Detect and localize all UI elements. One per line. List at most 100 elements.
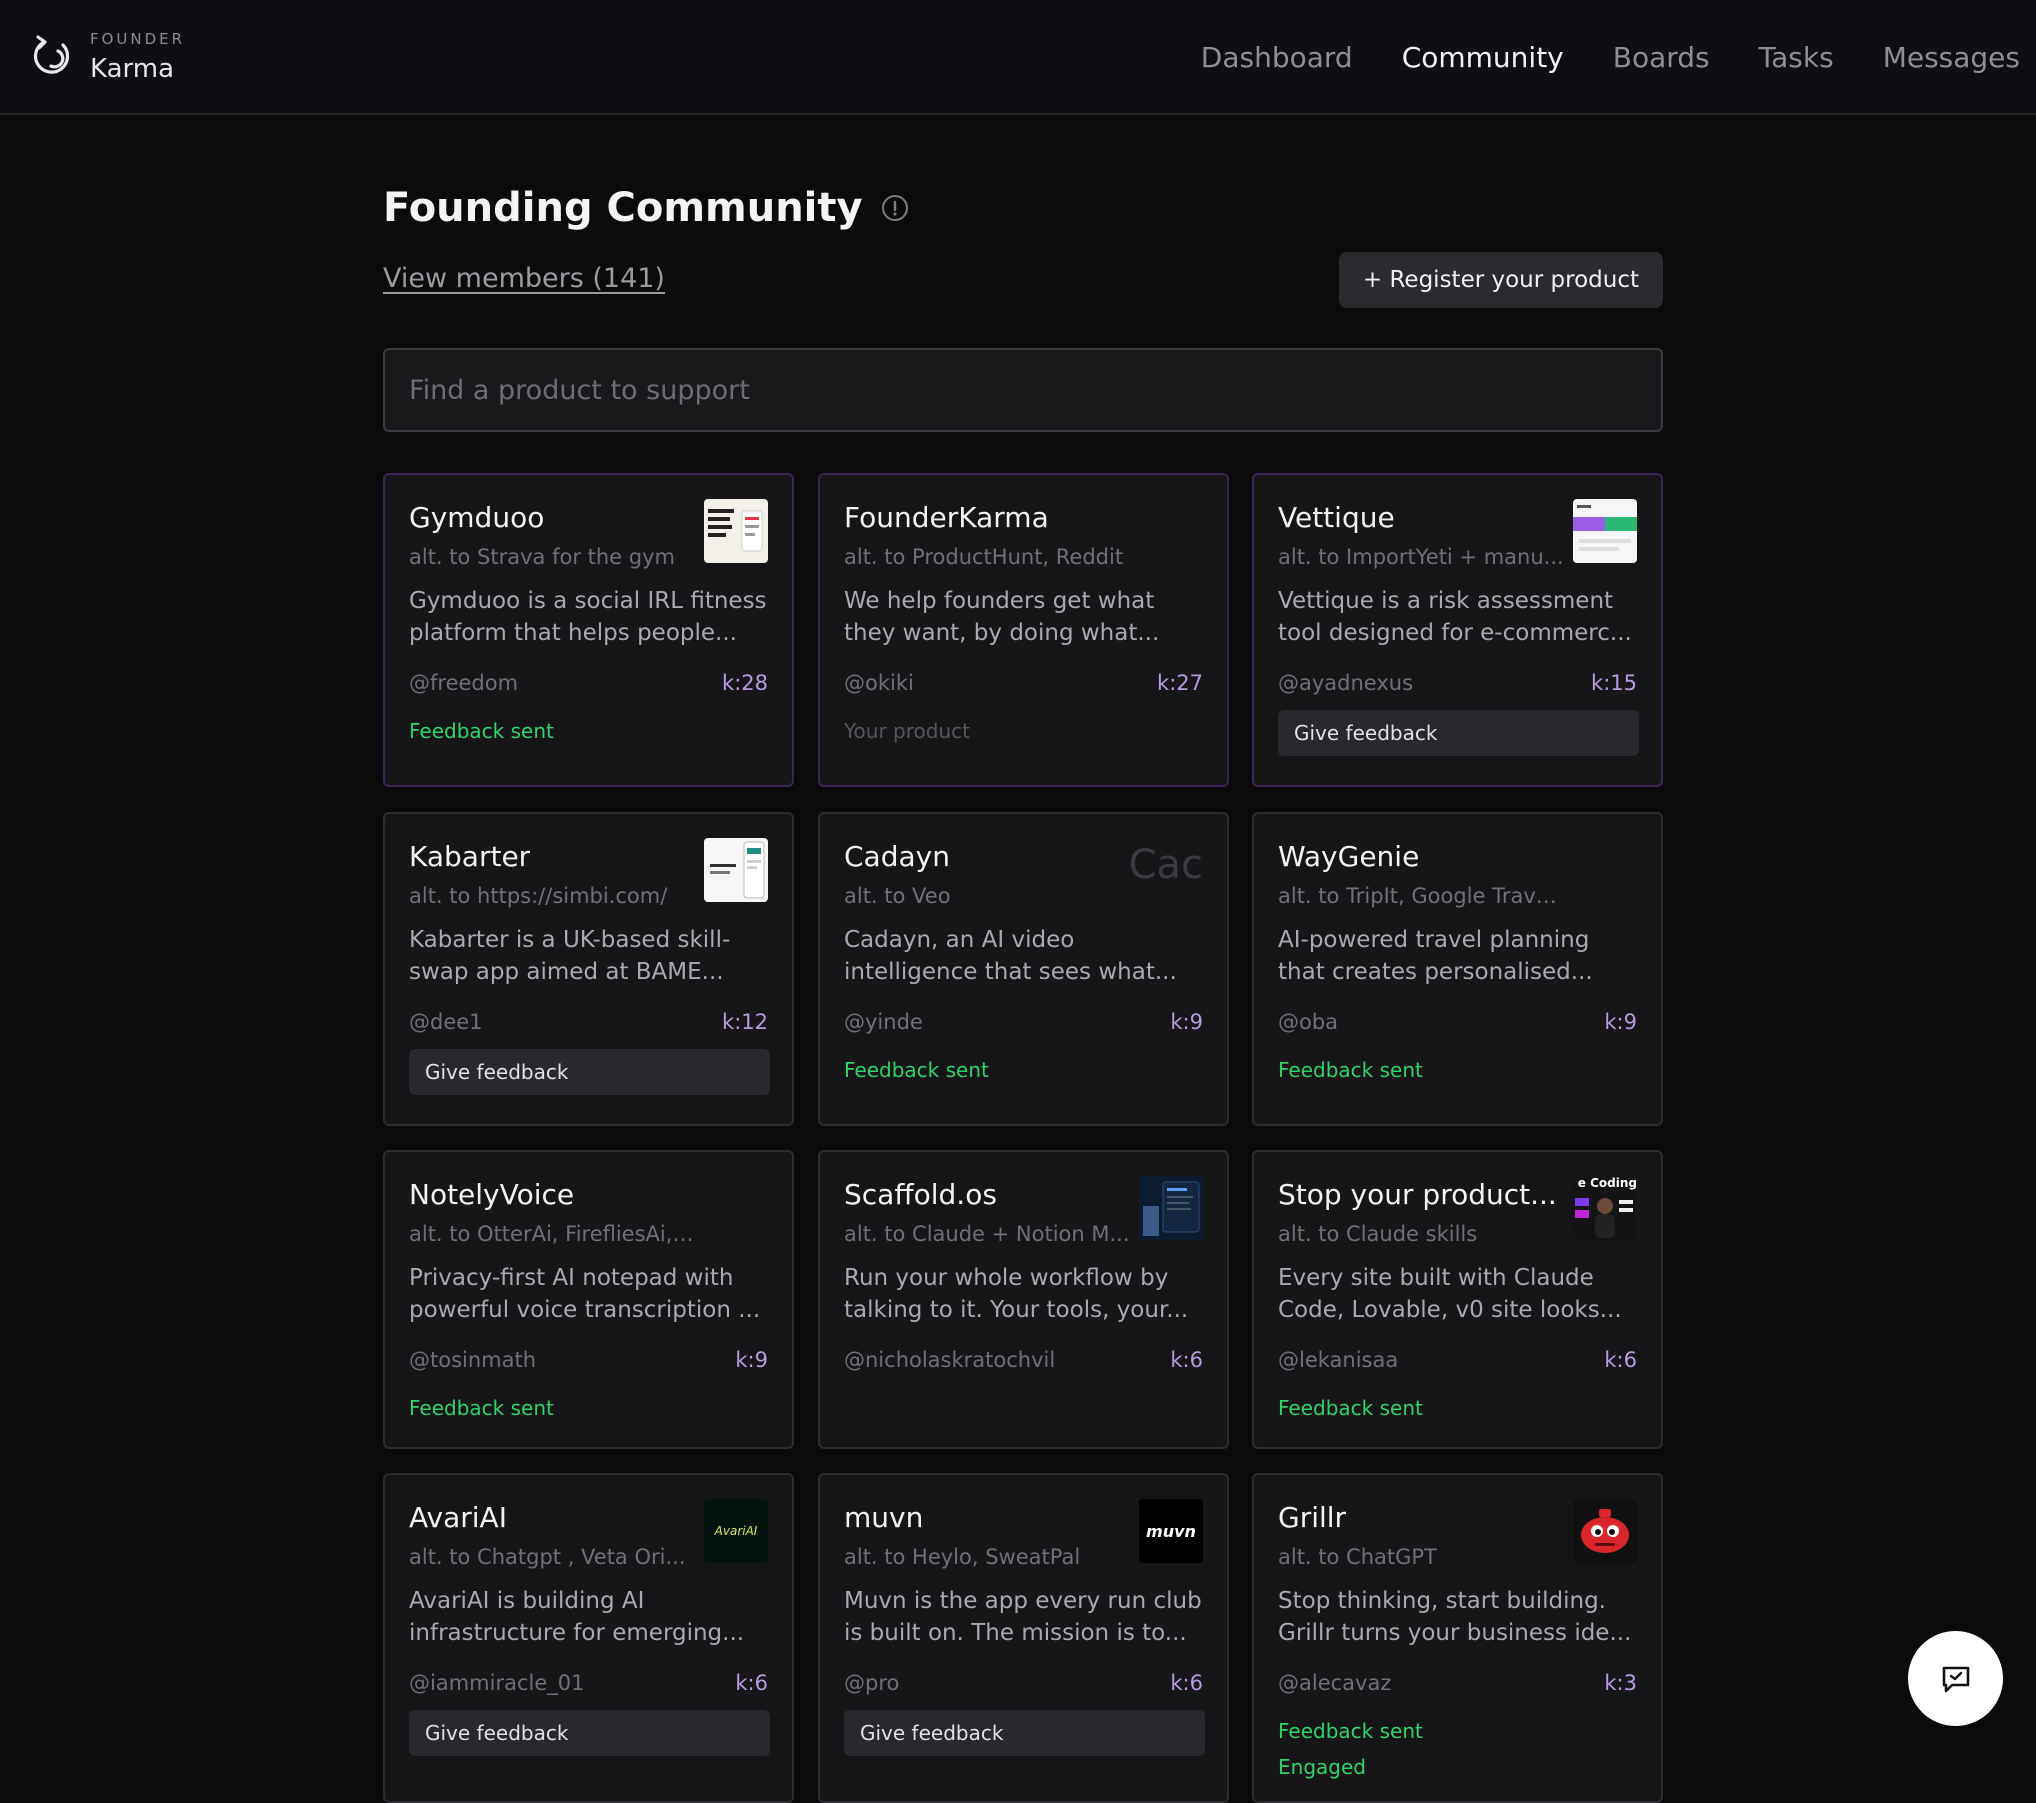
product-search-input[interactable]: [383, 348, 1663, 432]
product-card-stop-your-product[interactable]: Stop your product... e Coding alt. to Cl…: [1252, 1150, 1663, 1449]
product-description: Privacy-first AI notepad with powerful vo…: [409, 1265, 761, 1323]
nav-tasks[interactable]: Tasks: [1759, 41, 1834, 74]
product-name: WayGenie: [1278, 840, 1420, 873]
product-owner[interactable]: @alecavaz: [1278, 1671, 1391, 1695]
product-card-muvn[interactable]: muvn muvn alt. to Heylo, SweatPal Muvn i…: [818, 1473, 1229, 1803]
product-owner[interactable]: @oba: [1278, 1010, 1338, 1034]
feedback-sent-status: Feedback sent: [1278, 1396, 1423, 1420]
nav-community[interactable]: Community: [1402, 41, 1564, 74]
karma-score: k:9: [735, 1348, 768, 1372]
product-owner[interactable]: @ayadnexus: [1278, 671, 1413, 695]
product-alternative: alt. to Strava for the gym: [409, 545, 675, 569]
chat-bubble-icon: [1942, 1666, 1969, 1692]
karma-score: k:9: [1170, 1010, 1203, 1034]
product-card-kabarter[interactable]: Kabarter alt. to https://simbi.com/ Kaba…: [383, 812, 794, 1126]
product-owner[interactable]: @iammiracle_01: [409, 1671, 584, 1695]
karma-score: k:6: [1170, 1671, 1203, 1695]
feedback-sent-status: Feedback sent: [1278, 1719, 1423, 1743]
product-card-gymduoo[interactable]: Gymduoo alt. to Strava for the gym Gymdu…: [383, 473, 794, 787]
product-alternative: alt. to Veo: [844, 884, 951, 908]
karma-score: k:12: [722, 1010, 768, 1034]
product-card-scaffold-os[interactable]: Scaffold.os alt. to Claude + Notion M...…: [818, 1150, 1229, 1449]
product-thumbnail: [704, 499, 768, 563]
karma-score: k:6: [1604, 1348, 1637, 1372]
chat-button[interactable]: [1908, 1631, 2003, 1726]
thumbnail-caption: muvn: [1146, 1521, 1196, 1541]
product-name: Scaffold.os: [844, 1178, 997, 1211]
product-owner[interactable]: @tosinmath: [409, 1348, 536, 1372]
product-name: Grillr: [1278, 1501, 1347, 1534]
product-owner[interactable]: @lekanisaa: [1278, 1348, 1398, 1372]
product-description: Every site built with Claude Code, Lovabl…: [1278, 1265, 1622, 1323]
product-alternative: alt. to Heylo, SweatPal: [844, 1545, 1081, 1569]
karma-score: k:15: [1591, 671, 1637, 695]
product-card-avariai[interactable]: AvariAI AvariAI alt. to Chatgpt , Veta O…: [383, 1473, 794, 1803]
product-owner[interactable]: @yinde: [844, 1010, 923, 1034]
product-owner[interactable]: @dee1: [409, 1010, 483, 1034]
product-description: Vettique is a risk assessment tool design…: [1278, 588, 1632, 646]
karma-score: k:3: [1604, 1671, 1637, 1695]
give-feedback-button[interactable]: Give feedback: [844, 1710, 1205, 1756]
product-card-notelyvoice[interactable]: NotelyVoice alt. to OtterAi, FirefliesAi…: [383, 1150, 794, 1449]
product-name: Vettique: [1278, 501, 1395, 534]
product-thumbnail: [1573, 499, 1637, 563]
product-card-grillr[interactable]: Grillr alt. to ChatGPT Stop thinking, st…: [1252, 1473, 1663, 1803]
karma-score: k:6: [735, 1671, 768, 1695]
product-thumbnail: [1139, 1176, 1203, 1240]
product-thumbnail: muvn: [1139, 1499, 1203, 1563]
product-card-cadayn[interactable]: Cadayn Cac alt. to Veo Cadayn, an AI vid…: [818, 812, 1229, 1126]
product-owner[interactable]: @freedom: [409, 671, 518, 695]
view-members-link[interactable]: View members (141): [383, 263, 665, 294]
product-name: NotelyVoice: [409, 1178, 575, 1211]
page-title: Founding Community: [383, 185, 863, 231]
product-alternative: alt. to TripIt, Google Travel, Chat...: [1278, 884, 1568, 908]
product-name: FounderKarma: [844, 501, 1049, 534]
product-description: Muvn is the app every run club is built o…: [844, 1588, 1202, 1646]
give-feedback-button[interactable]: Give feedback: [409, 1710, 770, 1756]
give-feedback-button[interactable]: Give feedback: [1278, 710, 1639, 756]
product-name: Cadayn: [844, 840, 950, 873]
product-alternative: alt. to OtterAi, FirefliesAi, NottaAi: [409, 1222, 699, 1246]
product-description: We help founders get what they want, by d…: [844, 588, 1160, 646]
product-name: Kabarter: [409, 840, 531, 873]
product-description: AvariAI is building AI infrastructure for…: [409, 1588, 745, 1646]
product-name: muvn: [844, 1501, 924, 1534]
product-alternative: alt. to https://simbi.com/: [409, 884, 668, 908]
info-icon[interactable]: [881, 194, 909, 222]
own-product-status: Your product: [844, 719, 970, 743]
product-owner[interactable]: @pro: [844, 1671, 899, 1695]
feedback-sent-status: Feedback sent: [844, 1058, 989, 1082]
karma-score: k:9: [1604, 1010, 1637, 1034]
product-owner[interactable]: @nicholaskratochvil: [844, 1348, 1055, 1372]
karma-score: k:27: [1157, 671, 1203, 695]
product-alternative: alt. to Chatgpt , Veta Ori...: [409, 1545, 686, 1569]
feedback-sent-status: Feedback sent: [409, 1396, 554, 1420]
refresh-loop-icon: [33, 35, 70, 74]
nav-boards[interactable]: Boards: [1613, 41, 1710, 74]
top-header: FOUNDER Karma Dashboard Community Boards…: [0, 0, 2036, 115]
register-product-button[interactable]: + Register your product: [1338, 252, 1663, 308]
product-description: Stop thinking, start building. Grillr tur…: [1278, 1588, 1632, 1646]
feedback-sent-status: Feedback sent: [1278, 1058, 1423, 1082]
nav-messages[interactable]: Messages: [1883, 41, 2020, 74]
nav-dashboard[interactable]: Dashboard: [1201, 41, 1353, 74]
product-card-vettique[interactable]: Vettique alt. to ImportYeti + manu... Ve…: [1252, 473, 1663, 787]
product-description: Cadayn, an AI video intelligence that see…: [844, 927, 1177, 985]
product-thumbnail: [704, 838, 768, 902]
product-card-waygenie[interactable]: WayGenie alt. to TripIt, Google Travel, …: [1252, 812, 1663, 1126]
product-alternative: alt. to Claude + Notion M...: [844, 1222, 1130, 1246]
thumbnail-caption: AvariAI: [714, 1524, 758, 1538]
product-alternative: alt. to ImportYeti + manu...: [1278, 545, 1564, 569]
product-alternative: alt. to ChatGPT: [1278, 1545, 1437, 1569]
product-thumbnail-text: Cac: [1128, 842, 1203, 888]
product-alternative: alt. to Claude skills: [1278, 1222, 1478, 1246]
product-alternative: alt. to ProductHunt, Reddit: [844, 545, 1124, 569]
product-name: Stop your product...: [1278, 1178, 1557, 1211]
brand-logo[interactable]: FOUNDER Karma: [30, 30, 185, 86]
product-card-founderkarma[interactable]: FounderKarma alt. to ProductHunt, Reddit…: [818, 473, 1229, 787]
main-nav: Dashboard Community Boards Tasks Message…: [1152, 0, 2020, 115]
engaged-status: Engaged: [1278, 1755, 1366, 1779]
give-feedback-button[interactable]: Give feedback: [409, 1049, 770, 1095]
product-owner[interactable]: @okiki: [844, 671, 914, 695]
product-thumbnail: [1573, 1499, 1637, 1563]
